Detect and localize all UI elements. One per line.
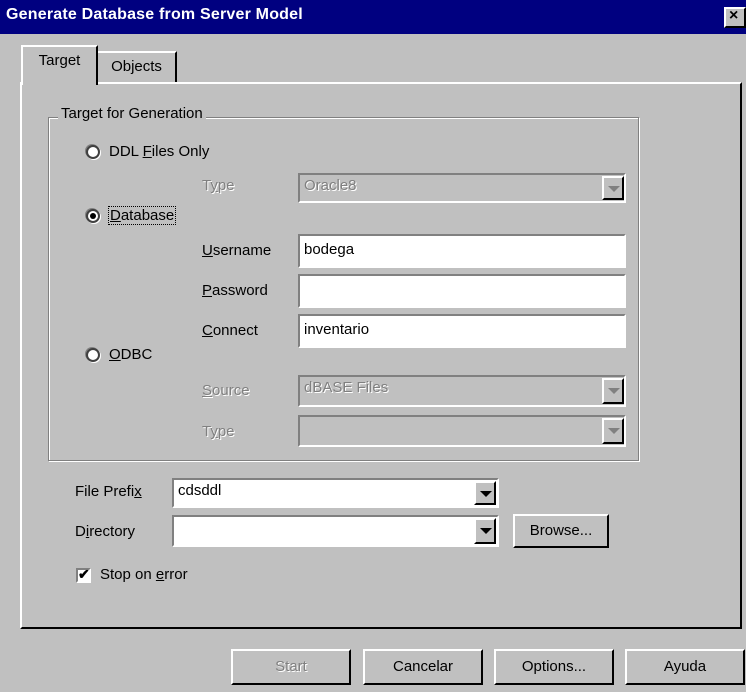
cancel-label: Cancelar bbox=[392, 658, 454, 675]
tab-target-label: Target bbox=[38, 52, 81, 69]
browse-label: Browse... bbox=[529, 522, 593, 539]
options-button[interactable]: Options... bbox=[494, 649, 614, 685]
ddl-files-radio[interactable] bbox=[86, 145, 100, 159]
directory-combo[interactable] bbox=[172, 515, 499, 547]
start-label: Start bbox=[275, 658, 307, 675]
tab-objects-label: Objects bbox=[111, 58, 162, 75]
ddl-type-label: Type bbox=[202, 177, 235, 194]
connect-label: Connect bbox=[202, 322, 258, 339]
username-input[interactable]: bodega bbox=[298, 234, 626, 268]
directory-dropdown-button[interactable] bbox=[474, 518, 496, 544]
odbc-source-label: Source bbox=[202, 382, 250, 399]
chevron-down-icon bbox=[608, 186, 620, 192]
odbc-type-label: Type bbox=[202, 423, 235, 440]
browse-button[interactable]: Browse... bbox=[513, 514, 609, 548]
directory-label: Directory bbox=[75, 523, 136, 540]
password-input[interactable] bbox=[298, 274, 626, 308]
odbc-source-select[interactable]: dBASE Files bbox=[298, 375, 626, 407]
odbc-label[interactable]: ODBC bbox=[109, 346, 152, 363]
help-button[interactable]: Ayuda bbox=[625, 649, 745, 685]
group-label: Target for Generation bbox=[58, 105, 206, 122]
password-label: Password bbox=[202, 282, 268, 299]
odbc-source-dropdown-button[interactable] bbox=[602, 378, 624, 404]
odbc-source-value: dBASE Files bbox=[304, 379, 389, 396]
file-prefix-label: File Prefix bbox=[75, 483, 142, 500]
database-radio[interactable] bbox=[86, 209, 100, 223]
stop-on-error-checkbox[interactable]: ✔ bbox=[76, 566, 91, 583]
connect-input[interactable]: inventario bbox=[298, 314, 626, 348]
stop-on-error-label[interactable]: Stop on error bbox=[100, 566, 188, 583]
database-label[interactable]: Database bbox=[107, 206, 177, 225]
ddl-type-dropdown-button[interactable] bbox=[602, 176, 624, 200]
checkmark-icon: ✔ bbox=[78, 566, 90, 582]
cancel-button[interactable]: Cancelar bbox=[363, 649, 483, 685]
tab-target[interactable]: Target bbox=[21, 45, 98, 85]
ddl-type-select[interactable]: Oracle8 bbox=[298, 173, 626, 203]
file-prefix-combo[interactable]: cdsddl bbox=[172, 478, 499, 508]
ddl-files-label[interactable]: DDL Files Only bbox=[109, 143, 209, 160]
radio-selected-dot bbox=[90, 213, 96, 219]
window-title: Generate Database from Server Model bbox=[6, 6, 303, 23]
chevron-down-icon bbox=[608, 428, 620, 434]
tab-objects[interactable]: Objects bbox=[96, 51, 177, 83]
chevron-down-icon bbox=[480, 491, 492, 497]
close-button[interactable]: × bbox=[724, 7, 746, 28]
start-button[interactable]: Start bbox=[231, 649, 351, 685]
odbc-radio[interactable] bbox=[86, 348, 100, 362]
close-icon: × bbox=[729, 7, 739, 24]
help-label: Ayuda bbox=[663, 658, 707, 675]
odbc-type-dropdown-button[interactable] bbox=[602, 418, 624, 444]
username-value: bodega bbox=[304, 241, 355, 258]
file-prefix-dropdown-button[interactable] bbox=[474, 481, 496, 505]
username-label: Username bbox=[202, 242, 272, 259]
ddl-type-value: Oracle8 bbox=[304, 177, 357, 194]
file-prefix-value: cdsddl bbox=[178, 482, 222, 499]
chevron-down-icon bbox=[608, 388, 620, 394]
chevron-down-icon bbox=[480, 528, 492, 534]
options-label: Options... bbox=[521, 658, 587, 675]
odbc-type-select[interactable] bbox=[298, 415, 626, 447]
connect-value: inventario bbox=[304, 321, 370, 338]
